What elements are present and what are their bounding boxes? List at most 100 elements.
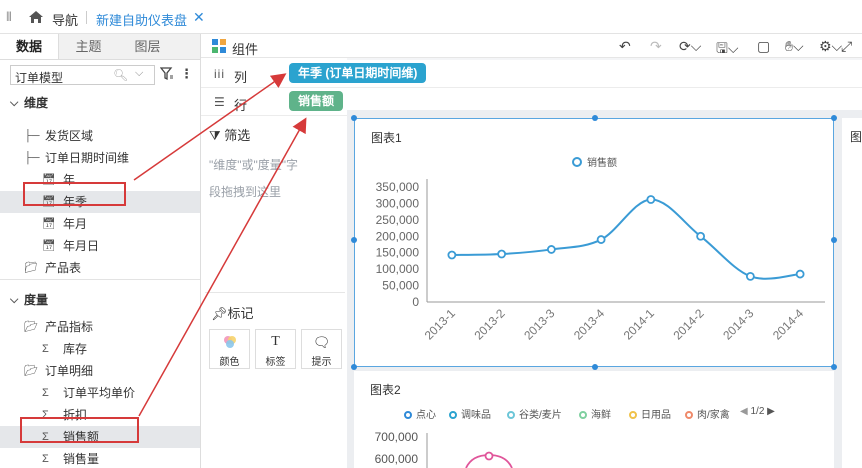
tree-field[interactable]: Σ 销售量 <box>0 448 200 468</box>
tree-field[interactable]: Σ 库存 <box>0 338 200 360</box>
tab-layers[interactable]: 图层 <box>118 34 177 59</box>
tree-field[interactable]: Σ 订单平均单价 <box>0 382 200 404</box>
data-panel: 数据 主题 图层 订单模型 🔍︎ ⌵ ⋮ ⌵ 维度 ├─ 发货区域 ├─ 订单日期时间维 📅… <box>0 34 201 468</box>
home-icon[interactable] <box>28 9 44 25</box>
y-tick-label: 200,000 <box>376 229 420 243</box>
chart3-title: 图 <box>850 130 862 144</box>
refresh-icon[interactable]: ⟳⌵ <box>679 38 701 55</box>
expand-icon[interactable]: ⤢ <box>841 38 852 55</box>
data-point <box>795 269 805 279</box>
color-label: 颜色 <box>219 357 240 368</box>
filter-icon: ⧩ <box>209 128 221 143</box>
tooltip-label: 提示 <box>311 357 332 368</box>
caret-down-icon[interactable]: ⌵ <box>10 289 18 311</box>
pie-chart-preview: 700,000 600,000 <box>375 430 513 468</box>
gear-icon[interactable]: ⚙︎⌵ <box>819 38 842 55</box>
tree-field[interactable]: 📂︎ 订单明细 <box>0 360 200 382</box>
y-tick-label: 150,000 <box>376 246 420 260</box>
columns-icon: iii <box>214 67 225 81</box>
tab-data[interactable]: 数据 <box>0 34 59 59</box>
filter-section[interactable]: ⧩ 筛选 "维度"或"度量"字 段拖拽到这里 <box>209 125 345 206</box>
x-tick-label: 2013-3 <box>521 306 558 343</box>
resize-handle[interactable] <box>831 364 837 370</box>
sigma-icon: Σ <box>42 453 49 465</box>
row-field-pill[interactable]: 销售额 <box>289 91 344 111</box>
chevron-down-icon[interactable]: ⌵ <box>135 67 143 80</box>
resize-handle[interactable] <box>592 364 598 370</box>
tree-item-label: 销售量 <box>63 452 100 466</box>
rows-label: 行 <box>234 98 248 113</box>
folder-open-icon: 📂︎ <box>24 321 38 333</box>
resize-handle[interactable] <box>831 237 837 243</box>
tree-field[interactable]: 📁︎ 产品表 <box>0 257 200 279</box>
data-point <box>696 231 706 241</box>
column-field-pill[interactable]: 年季 (订单日期时间维) <box>289 63 427 83</box>
x-tick-label: 2014-1 <box>621 306 658 343</box>
resize-handle[interactable] <box>351 237 357 243</box>
tab-theme[interactable]: 主题 <box>59 34 118 59</box>
redo-icon[interactable]: ↷ <box>650 38 662 55</box>
component-bar: 组件 ↶ ↷ ⟳⌵ 🖫︎⌵ ▢ ✋︎⌵ ⚙︎⌵ ⤢ <box>201 34 862 58</box>
tree-field[interactable]: 📂︎ 产品指标 <box>0 316 200 338</box>
tree-group[interactable]: ⌵ 维度 <box>0 92 200 114</box>
tree-group[interactable]: ⌵ 度量 <box>0 289 200 311</box>
save-icon[interactable]: 🖫︎⌵ <box>716 38 739 62</box>
chart-card-1[interactable]: 图表1 销售额 0 50,000 100,000 150,000 200,000 250,0… <box>354 118 834 367</box>
model-select-value: 订单模型 <box>15 71 64 85</box>
date-field-icon: 📅︎ <box>42 218 56 230</box>
hand-icon[interactable]: ✋︎⌵ <box>785 38 804 55</box>
close-tab-icon[interactable]: ✕ <box>193 9 205 26</box>
nav-tab[interactable]: 导航 <box>52 10 78 29</box>
series-line <box>451 198 801 280</box>
tree-item-label: 发货区域 <box>45 129 94 143</box>
tree-item-label: 订单明细 <box>45 364 94 378</box>
tab-separator <box>86 11 87 24</box>
resize-handle[interactable] <box>351 364 357 370</box>
date-field-icon: 📅︎ <box>42 240 56 252</box>
tree-field[interactable]: ├─ 发货区域 <box>0 125 200 147</box>
components-icon[interactable] <box>212 39 226 53</box>
caret-down-icon[interactable]: ⌵ <box>10 92 18 114</box>
top-tab-bar: ||| 导航 新建自助仪表盘 ✕ <box>0 0 862 34</box>
tree-field[interactable]: 📅︎ 年月日 <box>0 235 200 257</box>
resize-handle[interactable] <box>831 115 837 121</box>
hierarchy-icon: ├─ <box>24 130 40 142</box>
y-tick-label: 0 <box>412 295 419 309</box>
drag-grip-icon[interactable]: ||| <box>6 11 14 23</box>
resize-handle[interactable] <box>592 115 598 121</box>
field-filter-icon[interactable] <box>160 67 174 81</box>
tab-new-dashboard[interactable]: 新建自助仪表盘 <box>96 10 187 29</box>
marks-section-title: 📌︎标记 <box>211 303 254 322</box>
tree-field[interactable]: ├─ 订单日期时间维 <box>0 147 200 169</box>
tree-item-label: 订单日期时间维 <box>45 151 130 165</box>
undo-icon[interactable]: ↶ <box>619 38 631 55</box>
resize-handle[interactable] <box>351 115 357 121</box>
y-tick-label: 100,000 <box>376 262 420 276</box>
filter-title: 筛选 <box>224 128 251 143</box>
y-tick-label: 700,000 <box>375 430 419 444</box>
tree-item-label: 年月 <box>63 217 88 231</box>
data-point <box>596 235 606 244</box>
chart-card-3[interactable]: 图 <box>842 118 862 468</box>
tree-item-label: 库存 <box>63 342 88 356</box>
sigma-icon: Σ <box>42 343 49 355</box>
sigma-icon: Σ <box>42 387 49 399</box>
x-tick-label: 2014-3 <box>720 306 757 343</box>
tree-field[interactable]: 📅︎ 年月 <box>0 213 200 235</box>
chart-card-2[interactable]: 图表2 点心 调味品 谷类/麦片 海鲜 日用品 肉/家禽 ◀ 1/2 ▶ 700,000 6… <box>354 371 834 468</box>
pin-icon: 📌︎ <box>211 306 228 321</box>
tooltip-mark-button[interactable]: 🗨︎ 提示 <box>301 329 342 369</box>
y-tick-label: 350,000 <box>376 180 420 194</box>
color-mark-button[interactable]: 颜色 <box>209 329 250 369</box>
search-icon[interactable]: 🔍︎ <box>113 68 128 82</box>
label-mark-button[interactable]: T 标签 <box>255 329 296 369</box>
x-tick-label: 2013-1 <box>422 306 459 343</box>
data-point <box>497 249 507 259</box>
model-select[interactable]: 订单模型 🔍︎ ⌵ <box>10 65 155 85</box>
x-tick-label: 2013-4 <box>571 306 608 343</box>
x-tick-label: 2013-2 <box>471 306 508 343</box>
y-tick-label: 300,000 <box>376 196 420 210</box>
more-options-icon[interactable]: ⋮ <box>180 67 193 81</box>
components-label[interactable]: 组件 <box>232 39 258 58</box>
view-icon[interactable]: ▢ <box>757 38 770 55</box>
